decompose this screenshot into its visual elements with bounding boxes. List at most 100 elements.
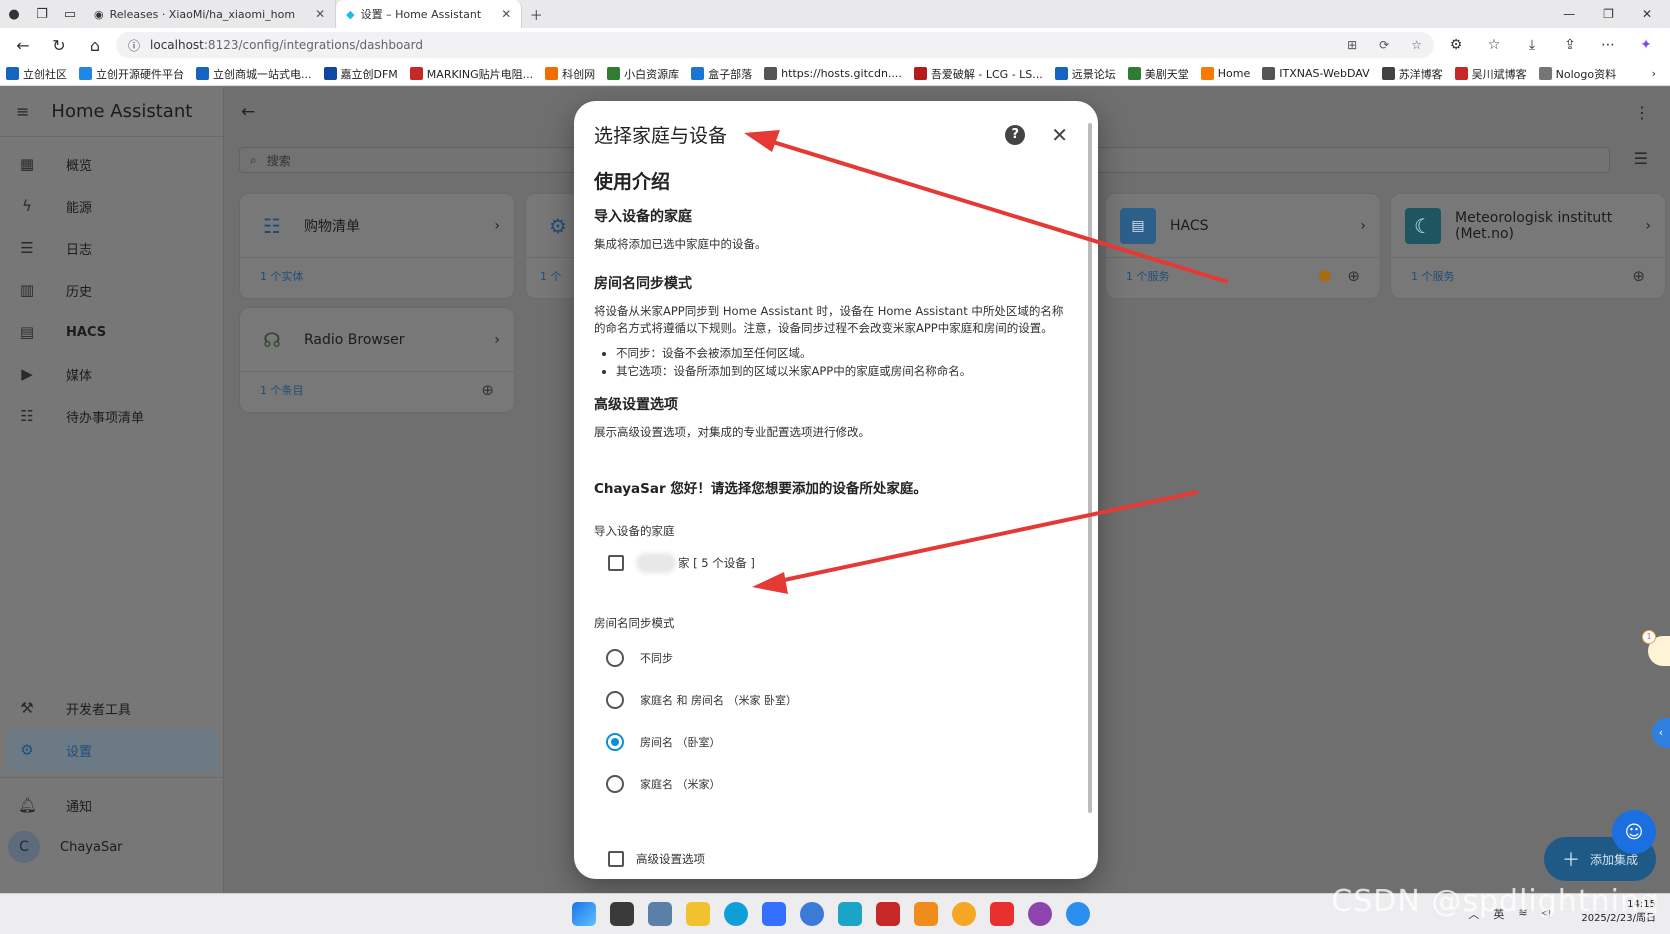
- translate-icon[interactable]: ⟳: [1379, 38, 1389, 52]
- radio-option-home-only[interactable]: 家庭名 （米家）: [606, 763, 1064, 805]
- tab-settings-home-assistant[interactable]: ◆ 设置 – Home Assistant ✕: [336, 0, 523, 28]
- home-checkbox-row[interactable]: 家 [ 5 个设备 ]: [608, 553, 1064, 573]
- integration-count-link[interactable]: 1 个实体: [260, 268, 304, 284]
- integration-count-link[interactable]: 1 个服务: [1126, 268, 1170, 284]
- sidebar-item-hacs[interactable]: ▤ HACS: [0, 311, 223, 353]
- sidebar-item-todo[interactable]: ☷ 待办事项清单: [0, 395, 223, 437]
- chat-app-icon[interactable]: [1066, 902, 1090, 926]
- tab-releases[interactable]: ◉ Releases · XiaoMi/ha_xiaomi_hom ✕: [84, 0, 337, 28]
- radio-option-no-sync[interactable]: 不同步: [606, 637, 1064, 679]
- radio-button[interactable]: [606, 775, 624, 793]
- app-icon[interactable]: [838, 902, 862, 926]
- integration-card-shopping-list[interactable]: ☷ 购物清单 › 1 个实体: [239, 193, 515, 299]
- bookmark[interactable]: ITXNAS-WebDAV: [1262, 67, 1370, 80]
- new-tab-icon[interactable]: ＋: [522, 0, 550, 28]
- back-arrow-icon[interactable]: ←: [241, 102, 255, 122]
- copilot-icon[interactable]: ✦: [1630, 37, 1662, 53]
- close-icon[interactable]: ✕: [1051, 123, 1068, 147]
- url-field[interactable]: ⓘ localhost:8123/config/integrations/das…: [116, 32, 1434, 58]
- bookmark[interactable]: 盒子部落: [691, 66, 752, 82]
- bookmark[interactable]: 立创商城一站式电...: [196, 66, 312, 82]
- sidebar-item-history[interactable]: ▥ 历史: [0, 269, 223, 311]
- qbittorrent-icon[interactable]: [800, 902, 824, 926]
- refresh-icon[interactable]: ↻: [44, 30, 74, 60]
- restore-icon[interactable]: ❐: [1603, 7, 1614, 21]
- radio-button-selected[interactable]: [606, 733, 624, 751]
- search-app-icon[interactable]: [952, 902, 976, 926]
- side-widget[interactable]: 1: [1642, 630, 1670, 666]
- close-tab-icon[interactable]: ✕: [315, 7, 325, 21]
- bookmark[interactable]: 立创社区: [6, 66, 67, 82]
- radio-button[interactable]: [606, 691, 624, 709]
- radio-option-room-only[interactable]: 房间名 （卧室）: [606, 721, 1064, 763]
- bookmark[interactable]: 远景论坛: [1054, 66, 1116, 82]
- sidebar-item-energy[interactable]: ϟ 能源: [0, 185, 223, 227]
- bookmark-favicon-icon: [545, 67, 559, 80]
- profile-icon[interactable]: ●: [0, 0, 28, 28]
- code-app-icon[interactable]: [914, 902, 938, 926]
- bookmark-favicon-icon: [6, 67, 19, 80]
- sidebar-item-settings[interactable]: ⚙ 设置: [6, 729, 218, 771]
- room-sync-bullets: 不同步：设备不会被添加至任何区域。 其它选项：设备所添加到的区域以米家APP中的…: [616, 345, 1064, 380]
- menu-toggle-icon[interactable]: ≡: [16, 102, 29, 121]
- bookmark[interactable]: 吾爱破解 - LCG - LS...: [913, 66, 1043, 82]
- close-window-icon[interactable]: ✕: [1642, 7, 1652, 21]
- app-icon[interactable]: ⊞: [1347, 38, 1357, 52]
- radio-option-home-and-room[interactable]: 家庭名 和 房间名 （米家 卧室）: [606, 679, 1064, 721]
- bookmark[interactable]: 嘉立创DFM: [323, 66, 398, 82]
- sidebar-item-profile[interactable]: C ChayaSar: [0, 826, 224, 868]
- more-menu-icon[interactable]: ⋯: [1592, 37, 1624, 53]
- bookmark[interactable]: 小白资源库: [607, 66, 679, 82]
- feishu-icon[interactable]: [762, 902, 786, 926]
- bookmark[interactable]: Home: [1200, 67, 1250, 80]
- share-icon[interactable]: ⇪: [1554, 37, 1586, 53]
- scrollbar[interactable]: [1088, 123, 1092, 813]
- integration-card-hacs[interactable]: ▤ HACS › 1 个服务 ⬢ ⊕: [1105, 193, 1381, 299]
- integration-card-met-no[interactable]: ☾ Meteorologisk institutt (Met.no) › 1 个服务…: [1390, 193, 1666, 299]
- chat-assistant-button[interactable]: ☺: [1612, 810, 1656, 854]
- sidebar-item-media[interactable]: ▶ 媒体: [0, 353, 223, 395]
- integration-count-link[interactable]: 1 个条目: [260, 382, 304, 398]
- integration-card-radio-browser[interactable]: ☊ Radio Browser › 1 个条目 ⊕: [239, 307, 515, 413]
- favorites-icon[interactable]: ☆: [1478, 37, 1510, 53]
- overflow-menu-icon[interactable]: ⋮: [1634, 103, 1650, 122]
- more-bookmarks-icon[interactable]: ›: [1652, 67, 1670, 80]
- close-tab-icon[interactable]: ✕: [501, 7, 511, 21]
- bookmark[interactable]: 苏洋博客: [1381, 66, 1443, 82]
- wps-icon[interactable]: [990, 902, 1014, 926]
- file-explorer-icon[interactable]: [686, 902, 710, 926]
- bookmark[interactable]: 吴川斌博客: [1454, 66, 1527, 82]
- edge-icon[interactable]: [724, 902, 748, 926]
- browser-icon[interactable]: [1028, 902, 1052, 926]
- home-icon[interactable]: ⌂: [80, 30, 110, 60]
- integration-count-link[interactable]: 1 个: [540, 268, 562, 284]
- back-icon[interactable]: ←: [8, 30, 38, 60]
- bookmark[interactable]: 科创网: [545, 66, 595, 82]
- download-icon[interactable]: ⤓: [1516, 37, 1548, 53]
- bookmark[interactable]: Nologo资料: [1538, 66, 1616, 82]
- radio-button[interactable]: [606, 649, 624, 667]
- extensions-icon[interactable]: ⚙: [1440, 37, 1472, 53]
- task-view-icon[interactable]: [610, 902, 634, 926]
- bookmark[interactable]: MARKING贴片电阻...: [409, 66, 533, 82]
- start-icon[interactable]: [572, 902, 596, 926]
- sidebar-item-notifications[interactable]: 🔔︎ 通知: [0, 784, 224, 826]
- minimize-icon[interactable]: —: [1563, 7, 1575, 21]
- advanced-checkbox[interactable]: [608, 851, 624, 867]
- integration-count-link[interactable]: 1 个服务: [1411, 268, 1455, 284]
- workspaces-icon[interactable]: ❐: [28, 0, 56, 28]
- bookmark[interactable]: https://hosts.gitcdn....: [764, 67, 902, 80]
- home-checkbox[interactable]: [608, 555, 624, 571]
- favorite-star-icon[interactable]: ☆: [1411, 38, 1422, 52]
- network-app-icon[interactable]: [648, 902, 672, 926]
- advanced-checkbox-row[interactable]: 高级设置选项: [608, 851, 1064, 867]
- sidebar-item-logbook[interactable]: ☰ 日志: [0, 227, 223, 269]
- app-icon[interactable]: [876, 902, 900, 926]
- bookmark[interactable]: 美剧天堂: [1127, 66, 1189, 82]
- help-icon[interactable]: ?: [1005, 124, 1026, 145]
- sidebar-item-overview[interactable]: ▦ 概览: [0, 143, 223, 185]
- filter-icon[interactable]: ☰: [1634, 149, 1648, 168]
- sidebar-item-developer-tools[interactable]: ⚒ 开发者工具: [0, 687, 224, 729]
- bookmark[interactable]: 立创开源硬件平台: [79, 66, 184, 82]
- tab-actions-icon[interactable]: ▭: [56, 0, 84, 28]
